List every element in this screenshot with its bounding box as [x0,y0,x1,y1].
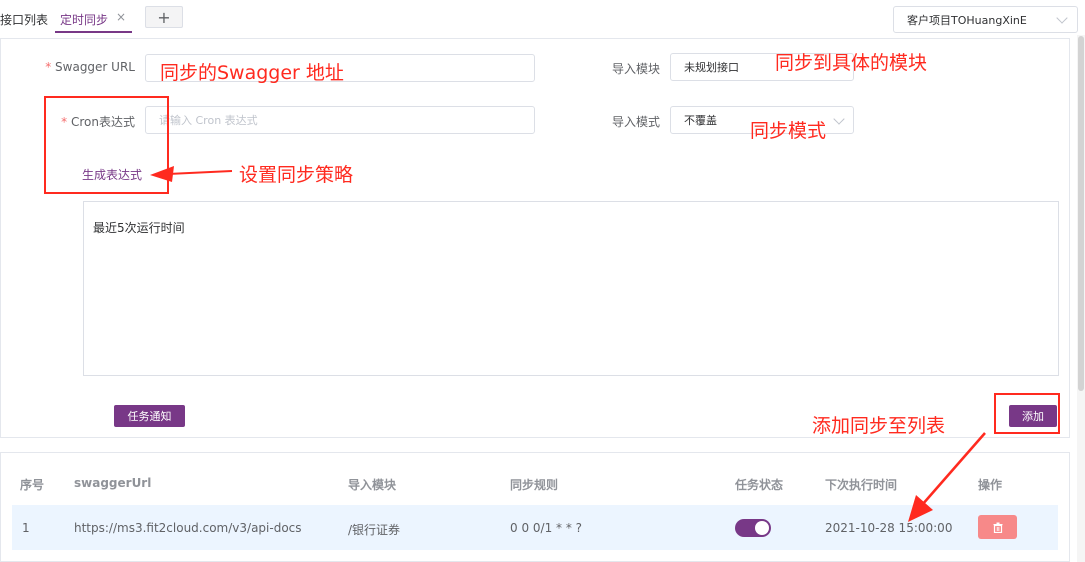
annotation-arrows [150,166,986,522]
arrow-strategy [150,166,233,182]
arrow-add-to-list [908,432,986,522]
